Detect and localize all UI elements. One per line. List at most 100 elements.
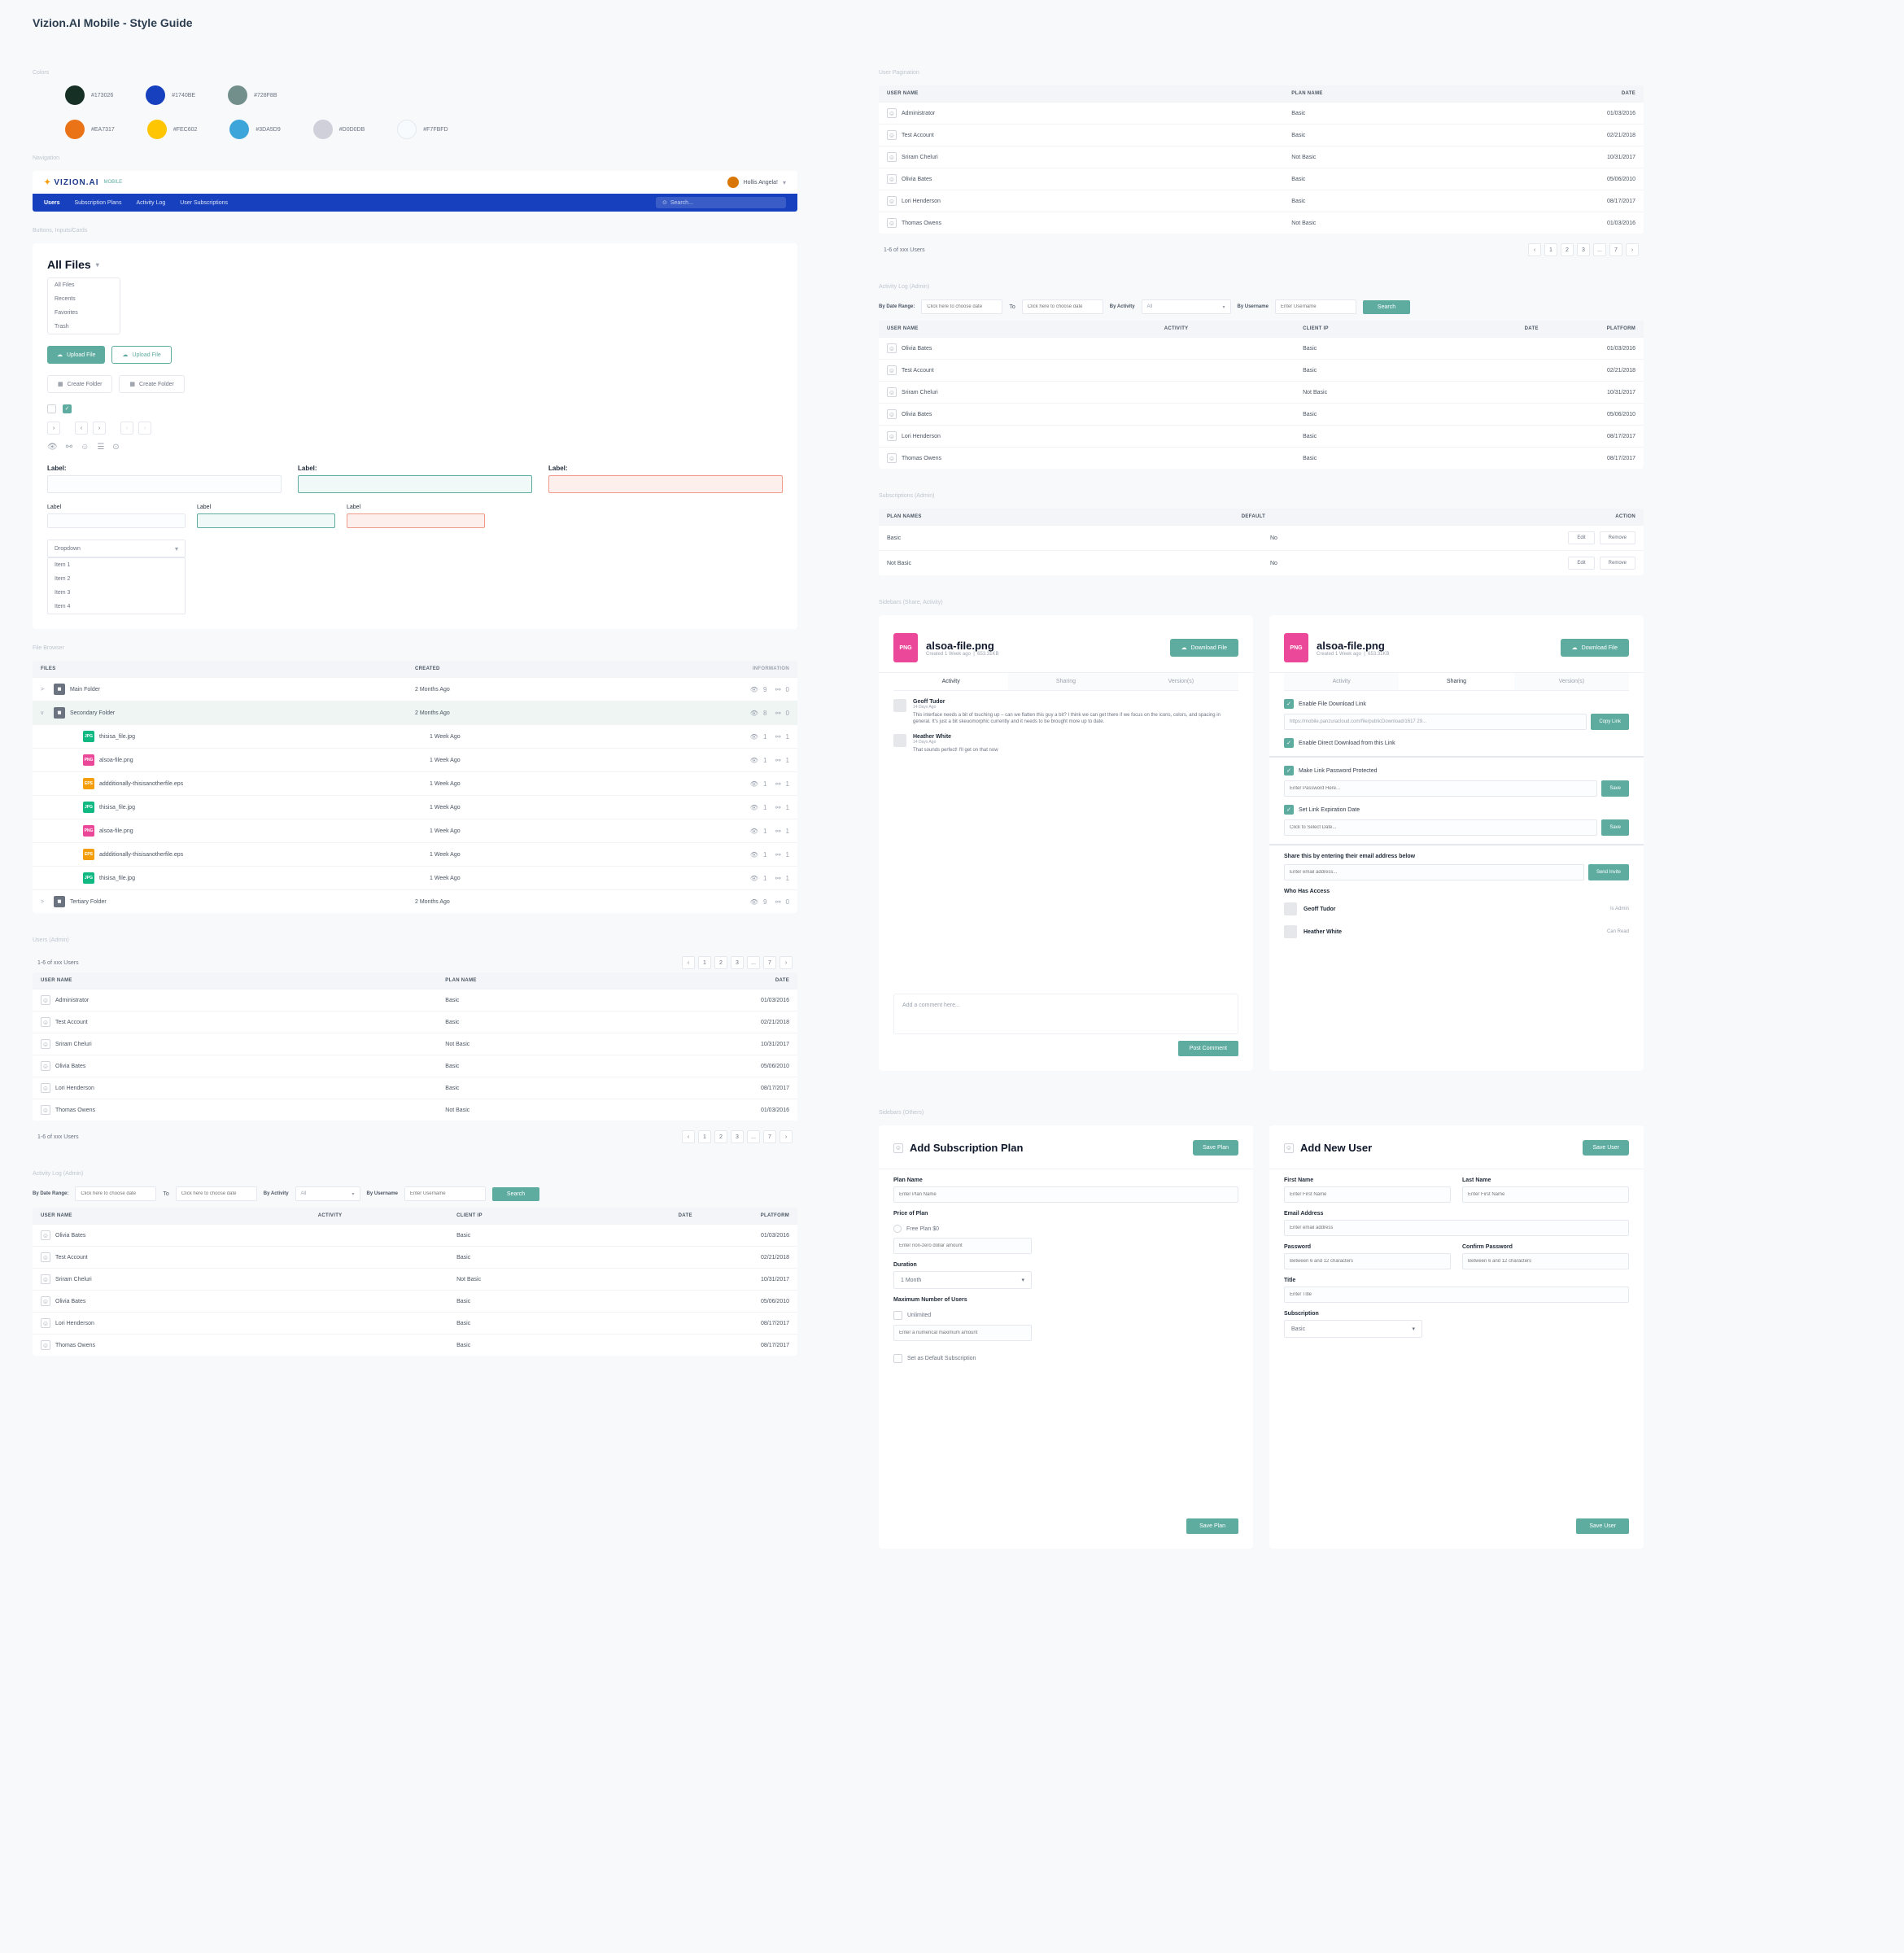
page-next[interactable]: › (1626, 243, 1639, 256)
user-row[interactable]: ☺AdministratorBasic01/03/2016 (33, 989, 797, 1011)
user-row[interactable]: ☺Sriram CheluriNot Basic10/31/2017 (879, 146, 1644, 168)
activity-row[interactable]: ☺Olivia BatesBasic05/06/2010 (879, 403, 1644, 425)
username-input[interactable] (404, 1186, 486, 1201)
menu-item[interactable]: Favorites (48, 306, 120, 320)
expiration-input[interactable] (1284, 819, 1597, 836)
toggle-direct[interactable]: ✓ (1284, 738, 1294, 748)
file-row[interactable]: JPGthisisa_file.jpg1 Week Ago👁 1 ⚯ 1 (33, 795, 797, 819)
download-link[interactable]: https://mobile.panzuracloud.com/file/pub… (1284, 714, 1587, 730)
search-button[interactable]: Search (492, 1187, 539, 1201)
activity-row[interactable]: ☺Test AccountBasic02/21/2018 (879, 359, 1644, 381)
page-next[interactable]: › (47, 422, 60, 435)
activity-row[interactable]: ☺Lori HendersonBasic08/17/2017 (33, 1312, 797, 1334)
date-from[interactable] (75, 1186, 156, 1201)
expand-icon[interactable]: > (41, 687, 49, 693)
activity-row[interactable]: ☺Sriram CheluriNot Basic10/31/2017 (33, 1268, 797, 1290)
dropdown-item[interactable]: Item 3 (48, 586, 185, 600)
file-row[interactable]: PNGalsoa-file.png1 Week Ago👁 1 ⚯ 1 (33, 748, 797, 771)
send-invite-button[interactable]: Send Invite (1588, 864, 1629, 880)
input-small-error[interactable] (347, 513, 485, 528)
page-number[interactable]: 2 (714, 956, 727, 969)
date-from-2[interactable] (921, 299, 1002, 314)
page-prev[interactable]: ‹ (75, 422, 88, 435)
nav-item[interactable]: User Subscriptions (180, 200, 228, 206)
activity-row[interactable]: ☺Thomas OwensBasic08/17/2017 (33, 1334, 797, 1356)
page-number[interactable]: ... (747, 1130, 760, 1143)
copy-link-button[interactable]: Copy Link (1591, 714, 1629, 730)
save-expiration-button[interactable]: Save (1601, 819, 1629, 836)
menu-item[interactable]: All Files (48, 278, 120, 292)
remove-button[interactable]: Remove (1600, 557, 1635, 570)
save-user-button[interactable]: Save User (1576, 1518, 1629, 1534)
tab-sharing[interactable]: Sharing (1008, 673, 1123, 690)
download-button-2[interactable]: ☁Download File (1561, 639, 1629, 657)
user-row[interactable]: ☺Lori HendersonBasic08/17/2017 (33, 1077, 797, 1099)
save-password-button[interactable]: Save (1601, 780, 1629, 797)
radio-free[interactable] (893, 1225, 902, 1233)
expand-icon[interactable]: v (41, 710, 49, 716)
comment-input[interactable]: Add a comment here... (893, 994, 1238, 1034)
user-row[interactable]: ☺Olivia BatesBasic05/06/2010 (879, 168, 1644, 190)
page-prev[interactable]: ‹ (1528, 243, 1541, 256)
save-user-top[interactable]: Save User (1583, 1140, 1629, 1156)
last-name-input[interactable] (1462, 1186, 1629, 1203)
activity-row[interactable]: ☺Olivia BatesBasic01/03/2016 (879, 337, 1644, 359)
file-row[interactable]: >▦Main Folder2 Months Ago👁 9 ⚯ 0 (33, 677, 797, 701)
price-input[interactable] (893, 1238, 1032, 1254)
user-row[interactable]: ☺Sriram CheluriNot Basic10/31/2017 (33, 1033, 797, 1055)
checkbox-unlimited[interactable] (893, 1311, 902, 1320)
edit-button[interactable]: Edit (1568, 531, 1594, 544)
toggle-expiration[interactable]: ✓ (1284, 805, 1294, 815)
upload-file-button[interactable]: ☁Upload File (47, 346, 105, 364)
download-button[interactable]: ☁Download File (1170, 639, 1238, 657)
page-number[interactable]: ... (1593, 243, 1606, 256)
nav-search[interactable]: ⊙ Search... (656, 197, 786, 208)
activity-row[interactable]: ☺Thomas OwensBasic08/17/2017 (879, 447, 1644, 469)
input-small-focus[interactable] (197, 513, 335, 528)
input-error[interactable] (548, 475, 783, 493)
page-number[interactable]: 3 (1577, 243, 1590, 256)
page-number[interactable]: 3 (731, 1130, 744, 1143)
activity-select-2[interactable]: All▾ (1142, 299, 1231, 314)
file-row[interactable]: JPGthisisa_file.jpg1 Week Ago👁 1 ⚯ 1 (33, 866, 797, 889)
page-next[interactable]: › (780, 1130, 793, 1143)
file-row[interactable]: JPGthisisa_file.jpg1 Week Ago👁 1 ⚯ 1 (33, 724, 797, 748)
create-folder-button-2[interactable]: ▦Create Folder (119, 375, 184, 393)
date-to-2[interactable] (1022, 299, 1103, 314)
page-number[interactable]: 7 (763, 1130, 776, 1143)
max-users-input[interactable] (893, 1325, 1032, 1341)
upload-file-button-outline[interactable]: ☁Upload File (111, 346, 171, 364)
toggle-password[interactable]: ✓ (1284, 766, 1294, 776)
toggle-download-link[interactable]: ✓ (1284, 699, 1294, 709)
user-row[interactable]: ☺Thomas OwensNot Basic01/03/2016 (879, 212, 1644, 234)
user-row[interactable]: ☺Test AccountBasic02/21/2018 (879, 124, 1644, 146)
activity-row[interactable]: ☺Sriram CheluriNot Basic10/31/2017 (879, 381, 1644, 403)
page-number[interactable]: 3 (731, 956, 744, 969)
page-number[interactable]: ... (747, 956, 760, 969)
activity-select[interactable]: All▾ (295, 1186, 360, 1201)
page-number[interactable]: 1 (1544, 243, 1557, 256)
activity-row[interactable]: ☺Lori HendersonBasic08/17/2017 (879, 425, 1644, 447)
page-next-2[interactable]: › (93, 422, 106, 435)
tab-activity-2[interactable]: Activity (1284, 673, 1399, 690)
page-number[interactable]: 2 (1561, 243, 1574, 256)
checkbox-off[interactable] (47, 404, 56, 413)
search-button-2[interactable]: Search (1363, 300, 1410, 314)
nav-item[interactable]: Users (44, 200, 59, 206)
page-prev[interactable]: ‹ (682, 956, 695, 969)
input-small[interactable] (47, 513, 186, 528)
page-number[interactable]: 2 (714, 1130, 727, 1143)
checkbox-default[interactable] (893, 1354, 902, 1363)
user-row[interactable]: ☺AdministratorBasic01/03/2016 (879, 102, 1644, 124)
menu-item[interactable]: Recents (48, 292, 120, 306)
file-row[interactable]: EPSaddditionally-thisisanotherfile.eps1 … (33, 771, 797, 795)
plan-name-input[interactable] (893, 1186, 1238, 1203)
file-row[interactable]: >▦Tertiary Folder2 Months Ago👁 9 ⚯ 0 (33, 889, 797, 913)
post-comment-button[interactable]: Post Comment (1178, 1041, 1238, 1056)
date-to[interactable] (176, 1186, 257, 1201)
tab-versions-2[interactable]: Version(s) (1514, 673, 1629, 690)
password-field[interactable] (1284, 1253, 1451, 1269)
expand-icon[interactable]: > (41, 899, 49, 905)
input-default[interactable] (47, 475, 282, 493)
save-plan-button[interactable]: Save Plan (1186, 1518, 1238, 1534)
